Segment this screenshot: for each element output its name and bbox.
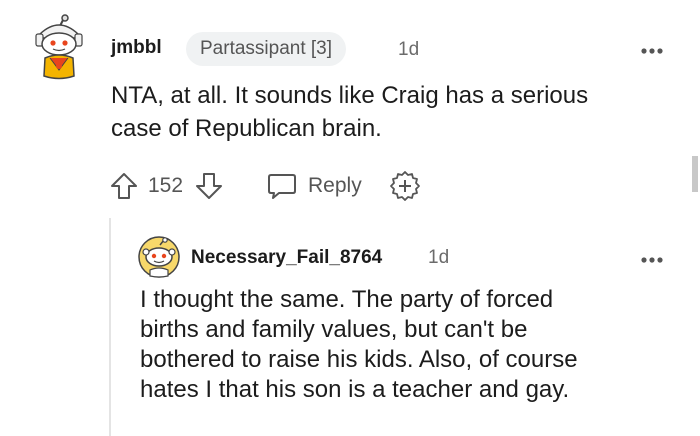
reply-user-avatar[interactable] xyxy=(138,236,180,278)
more-options-icon xyxy=(641,48,663,54)
snoo-avatar-icon xyxy=(138,236,180,278)
vote-score: 152 xyxy=(148,174,184,197)
reply-button[interactable] xyxy=(266,171,298,201)
scrollbar-thumb[interactable] xyxy=(692,156,698,192)
reply-line: bothered to raise his kids. Also, of cou… xyxy=(140,346,578,373)
user-flair-badge: Partassipant [3] xyxy=(186,32,347,66)
comment-timestamp: 1d xyxy=(398,39,420,60)
upvote-arrow-icon xyxy=(111,173,137,199)
comment-line: NTA, at all. It sounds like Craig has a … xyxy=(111,82,589,109)
upvote-button[interactable] xyxy=(109,171,139,201)
reply-username[interactable]: Necessary_Fail_8764 xyxy=(191,247,382,269)
downvote-arrow-icon xyxy=(196,173,222,199)
comment-body: NTA, at all. It sounds like Craig has a … xyxy=(111,79,671,145)
reply-line: births and family values, but can't be xyxy=(140,316,528,343)
more-options-icon xyxy=(641,257,663,263)
comment-line: case of Republican brain. xyxy=(111,115,382,142)
reply-timestamp: 1d xyxy=(428,247,450,268)
reply-more-options-button[interactable] xyxy=(640,251,664,263)
comment-username[interactable]: jmbbl xyxy=(111,37,162,59)
more-options-button[interactable] xyxy=(640,42,664,54)
reply-label[interactable]: Reply xyxy=(308,174,362,198)
downvote-button[interactable] xyxy=(194,171,224,201)
award-button[interactable] xyxy=(389,170,421,202)
reply-line: hates I that his son is a teacher and ga… xyxy=(140,376,570,403)
thread-line[interactable] xyxy=(109,218,111,436)
reply-line: I thought the same. The party of forced xyxy=(140,286,554,313)
user-avatar[interactable] xyxy=(32,14,86,82)
award-plus-icon xyxy=(390,171,420,201)
speech-bubble-icon xyxy=(268,174,296,199)
reply-body: I thought the same. The party of forced … xyxy=(140,285,680,405)
snoo-avatar-icon xyxy=(35,14,83,80)
